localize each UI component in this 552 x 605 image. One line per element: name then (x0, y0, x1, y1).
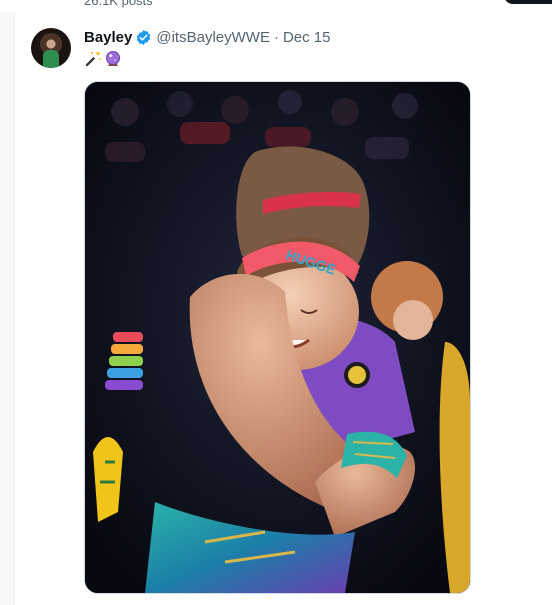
author-handle[interactable]: @itsBayleyWWE (156, 29, 270, 46)
top-strip: 26.1K posts (0, 0, 552, 12)
posts-count: 26.1K posts (84, 0, 153, 8)
tweet-header: Bayley @itsBayleyWWE · Dec 15 (84, 27, 330, 47)
avatar[interactable] (31, 28, 71, 68)
tweet-text (84, 50, 122, 68)
follow-button[interactable] (504, 0, 552, 4)
tweet[interactable]: Bayley @itsBayleyWWE · Dec 15 HUGGE (14, 12, 552, 605)
author-name[interactable]: Bayley (84, 29, 132, 46)
tweet-photo[interactable]: HUGGE (84, 81, 471, 594)
crystal-ball-icon (104, 50, 122, 68)
separator-dot: · (273, 28, 279, 46)
magic-wand-icon (84, 50, 102, 68)
avatar-figure (43, 50, 59, 68)
tweet-date[interactable]: Dec 15 (283, 29, 331, 46)
verified-badge-icon[interactable] (135, 29, 152, 46)
